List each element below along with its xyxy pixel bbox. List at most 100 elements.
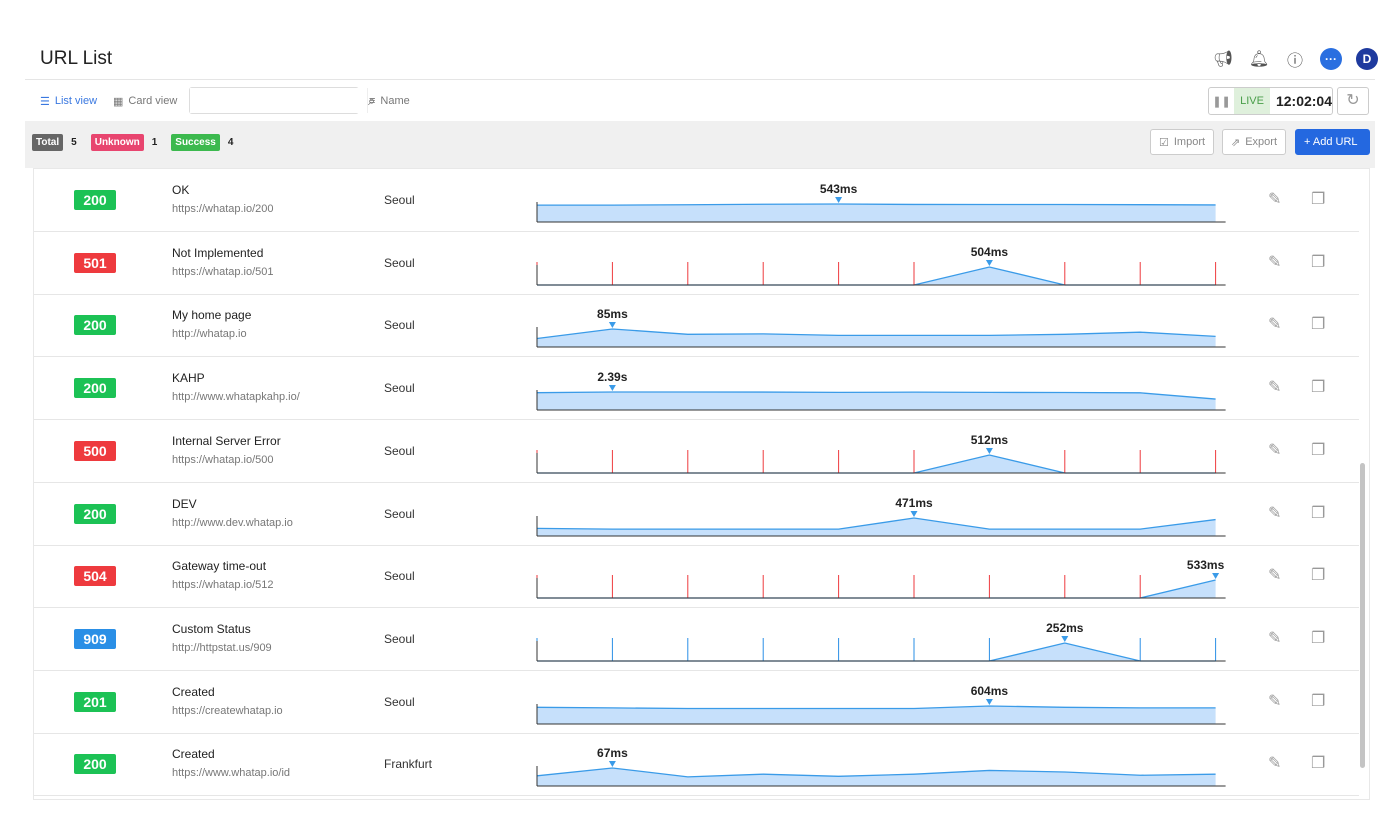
add-url-button[interactable]: + Add URL — [1295, 129, 1370, 155]
refresh-button[interactable]: ↻ — [1337, 87, 1369, 115]
url-name[interactable]: Internal Server Error — [172, 434, 281, 448]
peak-marker — [608, 385, 616, 392]
peak-label: 512ms — [971, 433, 1009, 447]
url-row[interactable]: 200 KAHP http://www.whatapkahp.io/ Seoul… — [34, 357, 1359, 421]
total-tag[interactable]: Total — [32, 134, 64, 151]
sparkline-area — [537, 266, 1216, 285]
url-row[interactable]: 200 My home page http://whatap.io Seoul … — [34, 294, 1359, 358]
copy-icon[interactable]: ❐ — [1311, 565, 1325, 585]
export-button[interactable]: ⇗ Export — [1222, 129, 1287, 155]
unknown-count: 1 — [151, 137, 158, 148]
url-address: http://www.dev.whatap.io — [172, 516, 293, 529]
edit-icon[interactable]: ✎ — [1268, 753, 1281, 773]
url-name[interactable]: KAHP — [172, 371, 205, 385]
url-row[interactable]: 200 OK https://whatap.io/200 Seoul ✎ ❐ 54… — [34, 169, 1359, 232]
url-row[interactable]: 909 Custom Status http://httpstat.us/909… — [34, 608, 1359, 671]
response-sparkline: 471ms — [536, 496, 1226, 536]
scrollbar[interactable] — [1360, 463, 1365, 768]
sparkline-area — [537, 580, 1216, 599]
success-tag[interactable]: Success — [171, 134, 220, 151]
unknown-tag[interactable]: Unknown — [90, 134, 144, 151]
peak-marker — [985, 447, 993, 454]
peak-marker — [910, 510, 918, 517]
total-count: 5 — [71, 137, 77, 148]
url-name[interactable]: My home page — [172, 308, 251, 322]
url-name[interactable]: OK — [172, 183, 189, 197]
copy-icon[interactable]: ❐ — [1311, 377, 1325, 397]
url-row[interactable]: 200 Created https://www.whatap.io/id Fra… — [34, 733, 1359, 797]
peak-label: 471ms — [895, 496, 933, 510]
peak-marker — [985, 259, 993, 266]
url-address: https://whatap.io/200 — [172, 203, 274, 215]
url-row[interactable]: 201 Created https://createwhatap.io Seou… — [34, 671, 1359, 734]
sparkline-line — [536, 704, 1216, 709]
edit-icon[interactable]: ✎ — [1268, 503, 1281, 523]
url-row[interactable]: 200 DEV http://www.dev.whatap.io Seoul ✎… — [34, 483, 1359, 546]
url-name[interactable]: Custom Status — [172, 622, 251, 636]
response-sparkline: 252ms — [536, 621, 1226, 662]
url-row[interactable]: 500 Internal Server Error https://whatap… — [34, 420, 1359, 483]
peak-label: 2.39s — [597, 370, 627, 384]
status-badge: 200 — [74, 754, 116, 775]
url-name[interactable]: Created — [172, 747, 215, 761]
location: Seoul — [384, 255, 415, 270]
url-address: https://whatap.io/512 — [172, 579, 274, 592]
url-name[interactable]: DEV — [172, 497, 197, 511]
copy-icon[interactable]: ❐ — [1311, 753, 1325, 773]
sort-button[interactable]: ≡ Name — [369, 88, 410, 114]
megaphone-icon[interactable]: 📢︎ — [1212, 48, 1234, 70]
url-address: https://createwhatap.io — [172, 704, 283, 717]
chat-icon[interactable]: ··· — [1320, 48, 1342, 70]
edit-icon[interactable]: ✎ — [1268, 565, 1281, 585]
edit-icon[interactable]: ✎ — [1268, 189, 1281, 209]
copy-icon[interactable]: ❐ — [1311, 628, 1325, 648]
search-input[interactable] — [190, 88, 368, 113]
peak-label: 533ms — [1187, 558, 1225, 572]
page-title: URL List — [40, 48, 113, 69]
edit-icon[interactable]: ✎ — [1268, 628, 1281, 648]
sparkline-area — [537, 329, 1216, 348]
copy-icon[interactable]: ❐ — [1311, 314, 1325, 334]
url-name[interactable]: Gateway time-out — [172, 559, 266, 573]
response-sparkline: 533ms — [536, 558, 1226, 599]
avatar[interactable]: D — [1356, 48, 1378, 70]
sparkline-area — [537, 642, 1216, 661]
peak-label: 604ms — [971, 684, 1009, 698]
status-badge: 501 — [74, 252, 116, 273]
chart-card-icon: ▦ — [113, 95, 124, 108]
card-view-tab[interactable]: ▦ Card view — [113, 88, 177, 114]
info-book-icon[interactable]: ⓘ — [1284, 48, 1306, 70]
url-name[interactable]: Created — [172, 685, 215, 699]
sort-icon: ≡ — [369, 95, 376, 107]
peak-marker — [835, 197, 843, 203]
sort-label: Name — [380, 95, 410, 107]
copy-icon[interactable]: ❐ — [1311, 440, 1325, 460]
copy-icon[interactable]: ❐ — [1311, 189, 1325, 209]
edit-icon[interactable]: ✎ — [1268, 691, 1281, 711]
sparkline-area — [537, 517, 1216, 536]
status-badge: 504 — [74, 566, 116, 587]
sparkline-line — [537, 266, 1216, 286]
live-control: ❚❚ LIVE 12:02:04 — [1208, 87, 1333, 115]
response-sparkline: 604ms — [536, 684, 1226, 725]
sparkline-area — [537, 454, 1216, 473]
edit-icon[interactable]: ✎ — [1268, 377, 1281, 397]
url-row[interactable]: 501 Not Implemented https://whatap.io/50… — [34, 232, 1359, 295]
copy-icon[interactable]: ❐ — [1311, 252, 1325, 272]
location: Seoul — [384, 381, 415, 396]
status-badge: 201 — [74, 691, 116, 712]
edit-icon[interactable]: ✎ — [1268, 440, 1281, 460]
bell-icon[interactable]: 🔔︎ — [1248, 48, 1270, 70]
copy-icon[interactable]: ❐ — [1311, 691, 1325, 711]
url-name[interactable]: Not Implemented — [172, 246, 263, 260]
edit-icon[interactable]: ✎ — [1268, 314, 1281, 334]
header-icons: 📢︎ 🔔︎ ⓘ ··· D — [1212, 48, 1378, 70]
url-row[interactable]: 504 Gateway time-out https://whatap.io/5… — [34, 545, 1359, 609]
pause-icon[interactable]: ❚❚ — [1209, 95, 1234, 108]
edit-icon[interactable]: ✎ — [1268, 252, 1281, 272]
export-icon: ⇗ — [1231, 136, 1241, 149]
import-button[interactable]: ☑ Import — [1150, 129, 1215, 155]
list-view-tab[interactable]: ☰ List view — [40, 88, 97, 114]
status-badge: 500 — [74, 440, 116, 461]
copy-icon[interactable]: ❐ — [1311, 503, 1325, 523]
